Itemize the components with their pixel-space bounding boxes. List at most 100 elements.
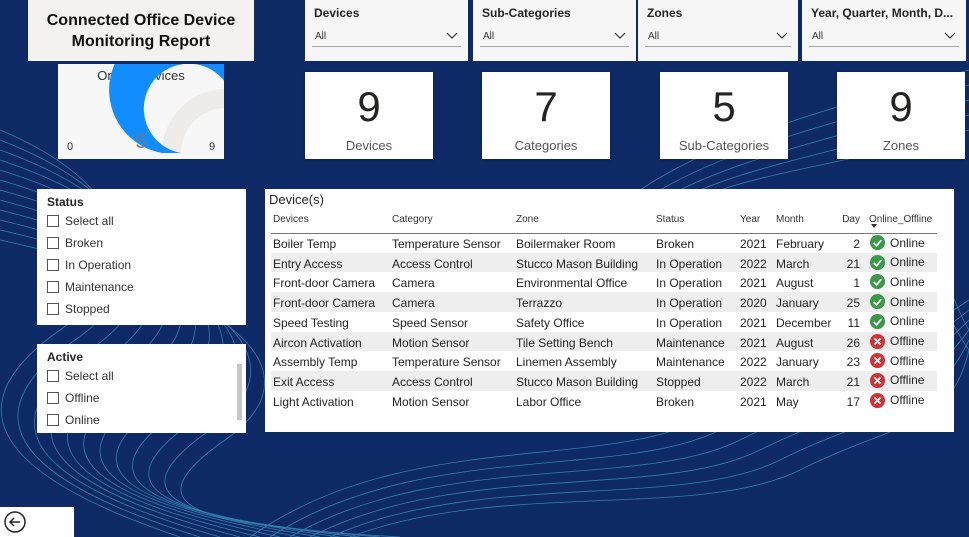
status-slicer-title: Status (47, 195, 84, 209)
back-button[interactable] (0, 507, 74, 537)
column-header-year[interactable]: Year (740, 214, 760, 225)
cell-day: 11 (847, 315, 860, 330)
column-header-devices[interactable]: Devices (273, 214, 309, 225)
table-row[interactable]: Assembly Temp Temperature Sensor Linemen A… (271, 351, 937, 371)
cell-online-offline: Offline (869, 333, 924, 350)
kpi-devices-card: 9 Devices (305, 72, 433, 159)
column-header-status[interactable]: Status (656, 214, 684, 225)
table-row[interactable]: Front-door Camera Camera Environmental Off… (271, 272, 937, 292)
cell-online-offline: Online (869, 313, 925, 330)
cell-month: May (776, 394, 799, 409)
kpi-value: 7 (534, 83, 558, 130)
zones-dropdown[interactable]: All (645, 27, 791, 47)
x-circle-icon (869, 392, 886, 408)
cell-month: August (776, 276, 814, 291)
column-header-month[interactable]: Month (776, 214, 804, 225)
devices-dropdown[interactable]: All (312, 27, 461, 47)
back-arrow-icon (4, 511, 26, 533)
online-status-label: Offline (890, 373, 925, 388)
gauge-value: 5 (135, 131, 147, 153)
active-slicer: Active Select all Offline Online (37, 344, 246, 433)
dropdown-value: All (315, 31, 327, 42)
status-option-broken[interactable]: Broken (47, 235, 103, 251)
column-header-zone[interactable]: Zone (516, 214, 539, 225)
status-option-stopped[interactable]: Stopped (47, 301, 110, 317)
online-status-label: Offline (890, 353, 925, 368)
checkbox[interactable] (47, 392, 59, 404)
cell-zone: Linemen Assembly (516, 355, 617, 370)
slicer-title: Sub-Categories (482, 6, 571, 20)
table-row[interactable]: Front-door Camera Camera Terrazzo In Operat… (271, 292, 937, 312)
option-label: Online (65, 413, 100, 427)
checkbox[interactable] (47, 370, 59, 382)
chevron-down-icon (944, 32, 956, 39)
table-row[interactable]: Aircon Activation Motion Sensor Tile Setti… (271, 331, 937, 352)
table-header: Devices Category Zone Status Year Month … (271, 211, 937, 234)
cell-online-offline: Online (869, 293, 925, 310)
sub-categories-slicer[interactable]: Sub-Categories All (473, 0, 636, 61)
cell-year: 2021 (740, 237, 767, 251)
active-option-offline[interactable]: Offline (47, 390, 99, 406)
checkbox[interactable] (47, 259, 59, 271)
online-status-label: Offline (890, 393, 925, 408)
chevron-down-icon (614, 32, 626, 39)
status-option-select-all[interactable]: Select all (47, 213, 114, 229)
status-option-maintenance[interactable]: Maintenance (47, 279, 134, 295)
check-circle-icon (869, 234, 886, 251)
cell-year: 2020 (740, 296, 767, 311)
cell-day: 25 (846, 296, 860, 311)
cell-category: Access Control (392, 374, 473, 389)
kpi-sub-categories-card: 5 Sub-Categories (660, 72, 788, 159)
zones-slicer[interactable]: Zones All (638, 0, 798, 61)
x-circle-icon (869, 333, 886, 349)
cell-category: Temperature Sensor (392, 355, 501, 370)
cell-year: 2022 (740, 374, 767, 389)
kpi-label: Devices (345, 138, 393, 153)
cell-status: In Operation (656, 276, 723, 291)
devices-slicer[interactable]: Devices All (305, 0, 468, 61)
table-row[interactable]: Entry Access Access Control Stucco Mason B… (271, 252, 937, 273)
cell-device: Aircon Activation (273, 335, 362, 350)
date-dropdown[interactable]: All (809, 27, 959, 47)
cell-online-offline: Online (869, 273, 925, 290)
checkbox[interactable] (47, 281, 59, 293)
cell-day: 26 (846, 335, 860, 350)
cell-day: 21 (846, 374, 860, 389)
table-row[interactable]: Exit Access Access Control Stucco Mason Bu… (271, 370, 937, 391)
cell-zone: Stucco Mason Building (516, 256, 639, 271)
report-title: Connected Office Device Monitoring Repor… (28, 0, 254, 61)
checkbox[interactable] (47, 414, 59, 426)
checkbox[interactable] (47, 237, 59, 249)
sort-descending-icon (871, 224, 877, 228)
slicer-title: Devices (314, 6, 360, 20)
cell-device: Front-door Camera (273, 276, 376, 291)
check-circle-icon (869, 274, 886, 290)
cell-day: 1 (853, 276, 860, 291)
cell-device: Assembly Temp (273, 355, 358, 370)
table-row[interactable]: Boiler Temp Temperature Sensor Boilermaker… (271, 233, 937, 253)
cell-year: 2021 (740, 315, 767, 330)
cell-status: Maintenance (656, 355, 725, 370)
table-row[interactable]: Light Activation Motion Sensor Labor Offic… (271, 391, 937, 411)
slicer-scrollbar[interactable] (237, 364, 242, 420)
sub-categories-dropdown[interactable]: All (480, 27, 629, 47)
devices-table: Device(s) Devices Category Zone Status Y… (265, 189, 954, 432)
checkbox[interactable] (47, 303, 59, 315)
cell-status: In Operation (656, 315, 723, 330)
column-header-category[interactable]: Category (392, 214, 433, 225)
table-row[interactable]: Speed Testing Speed Sensor Safety Office In… (271, 312, 937, 332)
cell-category: Temperature Sensor (392, 237, 501, 251)
status-option-in-operation[interactable]: In Operation (47, 257, 131, 273)
cell-category: Access Control (392, 256, 473, 271)
column-header-online-offline[interactable]: Online_Offline (869, 214, 932, 225)
cell-status: Maintenance (656, 335, 725, 350)
checkbox[interactable] (47, 215, 59, 227)
active-option-online[interactable]: Online (47, 412, 100, 428)
cell-category: Camera (392, 276, 435, 291)
cell-zone: Labor Office (516, 394, 582, 409)
cell-device: Boiler Temp (273, 237, 337, 251)
gauge-max: 9 (209, 141, 216, 153)
column-header-day[interactable]: Day (833, 214, 860, 225)
date-slicer[interactable]: Year, Quarter, Month, D... All (802, 0, 966, 61)
active-option-select-all[interactable]: Select all (47, 368, 114, 384)
